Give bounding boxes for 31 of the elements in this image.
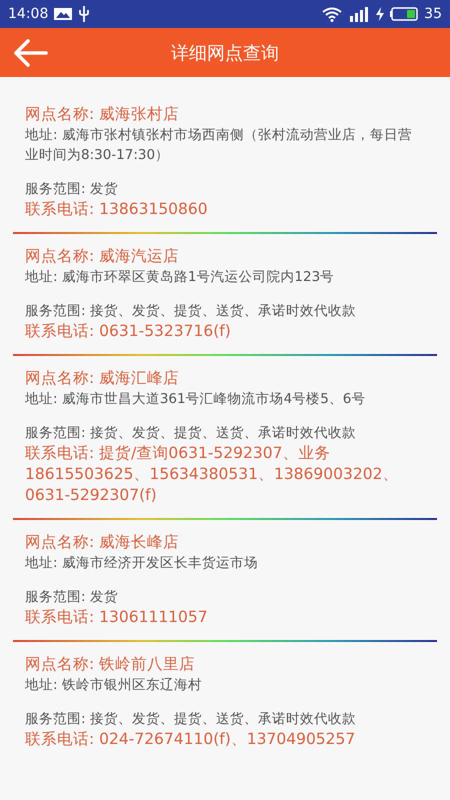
battery-level-text: 35 (424, 6, 442, 22)
service-scope: 服务范围: 发货 (25, 588, 119, 607)
contact-phone: 联系电话: 13863150860 (25, 199, 209, 220)
service-scope: 服务范围: 接货、发货、提货、送货、承诺时效代收款 (25, 710, 357, 729)
back-button[interactable] (12, 38, 48, 68)
service-scope: 服务范围: 接货、发货、提货、送货、承诺时效代收款 (25, 302, 357, 321)
service-scope: 服务范围: 接货、发货、提货、送货、承诺时效代收款 (25, 424, 357, 443)
usb-icon (78, 6, 90, 22)
contact-phone: 联系电话: 提货/查询0631-5292307、业务18615503625、15634380531、13869003202、0631-5292307(f) (25, 443, 400, 506)
service-scope: 服务范围: 发货 (25, 180, 119, 199)
outlet-name: 网点名称: 威海长峰店 (25, 532, 180, 553)
signal-icon (348, 6, 370, 22)
outlet-name: 网点名称: 威海汇峰店 (25, 368, 180, 389)
contact-phone: 联系电话: 024-72674110(f)、13704905257 (25, 729, 356, 750)
battery-icon (390, 7, 418, 21)
outlet-address: 地址: 威海市环翠区黄岛路1号汽运公司院内123号 (25, 268, 336, 287)
contact-phone: 联系电话: 13061111057 (25, 607, 209, 628)
outlet-name: 网点名称: 威海张村店 (25, 104, 180, 125)
outlet-name: 网点名称: 威海汽运店 (25, 246, 180, 267)
outlet-address: 地址: 威海市经济开发区长丰货运市场 (25, 554, 259, 573)
charging-icon (376, 7, 384, 21)
outlet-name: 网点名称: 铁岭前八里店 (25, 654, 196, 675)
wifi-icon (322, 6, 342, 22)
outlet-address: 地址: 铁岭市银州区东辽海村 (25, 676, 203, 695)
contact-phone: 联系电话: 0631-5323716(f) (25, 321, 232, 342)
outlet-address: 地址: 威海市张村镇张村市场西南侧（张村流动营业店，每日营业时间为8:30-17:30） (25, 126, 413, 165)
image-icon (54, 7, 72, 21)
back-arrow-icon (12, 38, 48, 68)
outlet-address: 地址: 威海市世昌大道361号汇峰物流市场4号楼5、6号 (25, 390, 366, 409)
clock-text: 14:08 (8, 6, 48, 22)
page-title: 详细网点查询 (171, 42, 279, 64)
